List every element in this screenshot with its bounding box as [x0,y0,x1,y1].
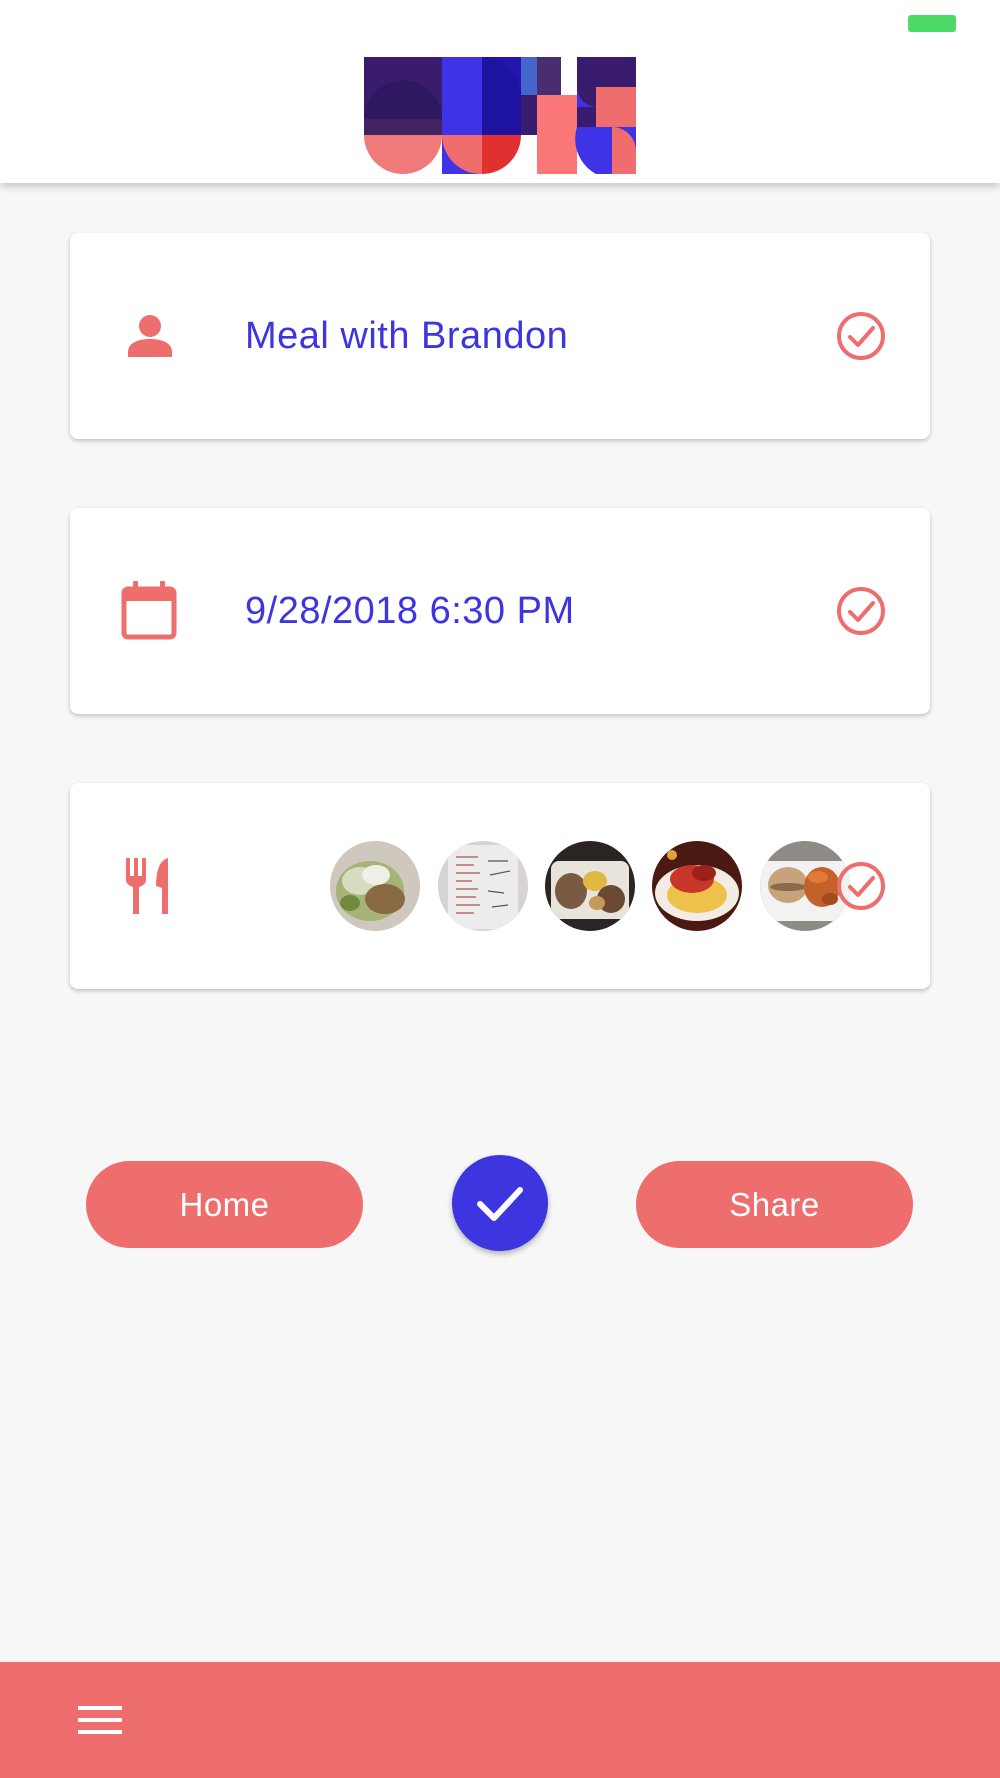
meal-title-text: Meal with Brandon [245,315,569,357]
bottom-app-bar [0,1662,1000,1778]
meal-title-card[interactable]: Meal with Brandon [70,233,930,439]
battery-icon [908,15,956,32]
check-circle-icon[interactable] [836,861,886,911]
home-button[interactable]: Home [86,1161,363,1248]
receipt-photo[interactable] [438,841,528,931]
takeout-platter-photo[interactable] [545,841,635,931]
geometric-logo-icon [364,57,636,175]
check-circle-icon[interactable] [836,586,886,636]
share-button[interactable]: Share [636,1161,913,1248]
meal-date-text: 9/28/2018 6:30 PM [245,590,575,632]
check-circle-icon[interactable] [836,311,886,361]
app-header [0,0,1000,183]
tacos-photo[interactable] [330,841,420,931]
person-icon [110,296,190,376]
confirm-button[interactable] [452,1155,548,1251]
meal-photos-card[interactable] [70,783,930,989]
check-icon [477,1187,523,1221]
calendar-icon [110,571,190,651]
hamburger-menu-icon[interactable] [74,1698,126,1742]
meal-photo-strip [260,841,850,931]
pasta-dish-photo[interactable] [652,841,742,931]
fork-knife-icon [110,846,190,926]
meal-date-card[interactable]: 9/28/2018 6:30 PM [70,508,930,714]
